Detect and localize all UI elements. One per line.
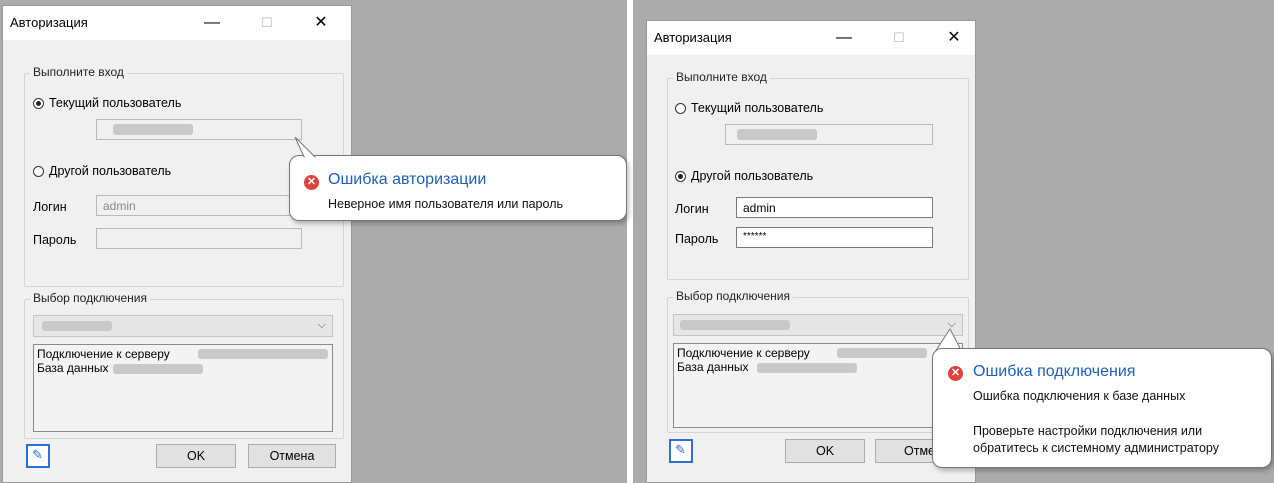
password-label: Пароль [675,232,719,246]
blurred-connection [680,320,790,330]
connection-select[interactable]: ⌵ [33,315,333,337]
password-input[interactable]: ****** [736,227,933,248]
blurred-server [837,348,927,358]
close-button[interactable]: ✕ [932,21,976,55]
tooltip-tail [294,137,320,161]
login-group-legend: Выполните вход [673,70,770,84]
radio-current-user-label: Текущий пользователь [691,101,824,115]
radio-other-user-dot[interactable] [33,165,44,177]
error-title: Ошибка подключения [973,363,1136,380]
blurred-server [198,349,328,359]
radio-current-user-label: Текущий пользователь [49,96,182,110]
blurred-username [113,124,193,135]
radio-current-user[interactable]: Текущий пользователь [33,96,181,110]
login-input[interactable]: admin [736,197,933,218]
blurred-username [737,129,817,140]
title-bar: Авторизация — ☐ ✕ [3,6,351,40]
connection-error-tooltip: ✕ Ошибка подключения Ошибка подключения … [932,348,1272,468]
blurred-database [113,364,203,374]
close-button[interactable]: ✕ [299,6,343,40]
radio-current-user[interactable]: Текущий пользователь [675,101,823,115]
error-message: Неверное имя пользователя или пароль [328,197,563,211]
password-label: Пароль [33,233,77,247]
radio-other-user-label: Другой пользователь [49,164,172,178]
edit-settings-button[interactable]: ✎ [669,439,693,463]
connection-select[interactable]: ⌵ [673,314,963,336]
title-bar: Авторизация — ☐ ✕ [647,21,975,55]
edit-settings-button[interactable]: ✎ [26,444,50,468]
login-label: Логин [33,200,67,214]
radio-other-user-label: Другой пользователь [691,169,814,183]
edit-icon: ✎ [675,442,686,457]
auth-dialog-left: Авторизация — ☐ ✕ Выполните вход Текущий… [2,5,352,483]
auth-dialog-right: Авторизация — ☐ ✕ Выполните вход Текущий… [646,20,976,483]
error-message: Ошибка подключения к базе данных [973,389,1186,403]
blurred-database [757,363,857,373]
login-input[interactable]: admin [96,195,302,216]
window-title: Авторизация [654,30,732,45]
password-input[interactable] [96,228,302,249]
blurred-connection [42,321,112,331]
error-icon: ✕ [304,175,319,190]
radio-other-user[interactable]: Другой пользователь [675,169,813,183]
error-title: Ошибка авторизации [328,171,487,188]
connection-group-legend: Выбор подключения [30,291,150,305]
ok-button[interactable]: OK [785,439,865,463]
maximize-button[interactable]: ☐ [245,6,289,40]
maximize-button[interactable]: ☐ [877,21,921,55]
edit-icon: ✎ [32,447,43,462]
login-group-legend: Выполните вход [30,65,127,79]
chevron-down-icon: ⌵ [317,319,326,331]
error-hint: Проверьте настройки подключения или обра… [973,424,1219,455]
window-title: Авторизация [10,15,88,30]
radio-current-user-dot[interactable] [675,102,686,114]
error-icon: ✕ [948,366,963,381]
radio-other-user[interactable]: Другой пользователь [33,164,171,178]
minimize-button[interactable]: — [190,6,234,40]
radio-other-user-dot[interactable] [675,170,686,182]
radio-current-user-dot[interactable] [33,97,44,109]
auth-error-tooltip: ✕ Ошибка авторизации Неверное имя пользо… [289,155,627,221]
minimize-button[interactable]: — [822,21,866,55]
login-label: Логин [675,202,709,216]
cancel-button[interactable]: Отмена [248,444,336,468]
connection-group-legend: Выбор подключения [673,289,793,303]
ok-button[interactable]: OK [156,444,236,468]
